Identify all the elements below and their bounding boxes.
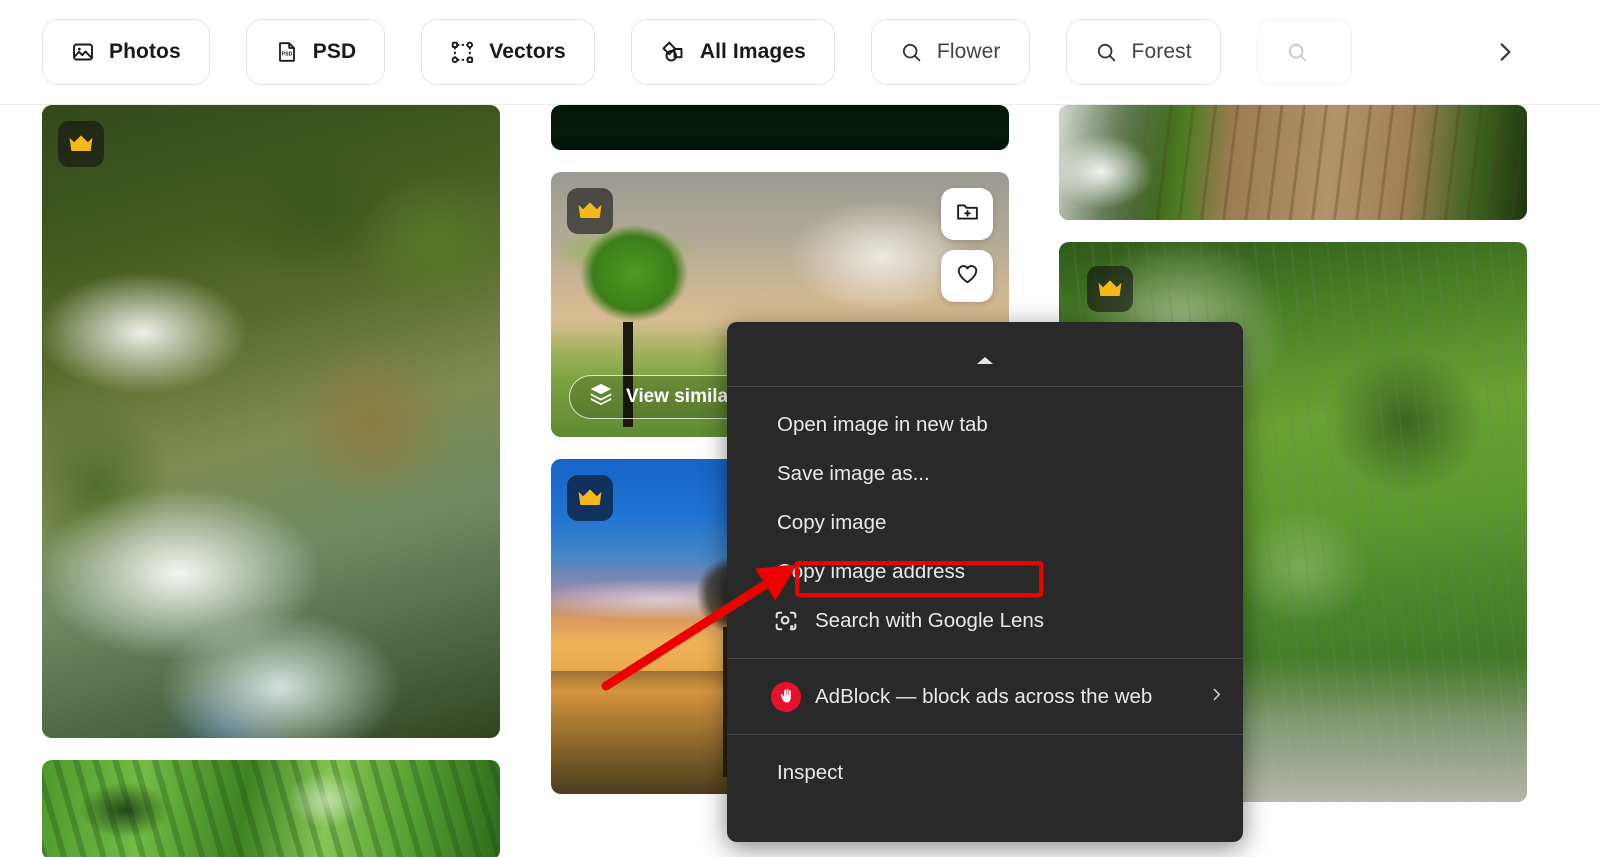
search-icon <box>1286 41 1309 64</box>
crown-icon <box>58 121 104 167</box>
filter-chip-label: All Images <box>699 40 806 63</box>
add-to-collection-button[interactable] <box>941 188 993 240</box>
filter-chip-next-partial[interactable] <box>1256 19 1352 85</box>
filter-chip-label: Photos <box>109 40 181 63</box>
vector-icon <box>450 40 475 65</box>
google-lens-icon <box>771 606 801 636</box>
grid-column-1 <box>42 105 500 857</box>
page-root: Photos PSD PSD Vectors All Images Flower… <box>0 0 1600 857</box>
menu-item-search-with-google-lens[interactable]: Search with Google Lens <box>727 596 1243 645</box>
card-image <box>42 105 500 738</box>
image-card-foliage[interactable] <box>42 760 500 857</box>
menu-group-developer: Inspect <box>727 735 1243 810</box>
image-card-waterfall[interactable] <box>42 105 500 738</box>
filter-chip-flower[interactable]: Flower <box>870 19 1030 85</box>
filter-chip-forest[interactable]: Forest <box>1065 19 1221 85</box>
menu-item-inspect[interactable]: Inspect <box>727 748 1243 797</box>
menu-group-extensions: AdBlock — block ads across the web <box>727 659 1243 734</box>
filter-chip-label: Forest <box>1131 40 1192 63</box>
menu-item-label: Copy image <box>777 510 887 534</box>
layers-shapes-icon <box>660 39 686 65</box>
card-image <box>1059 105 1527 220</box>
like-button[interactable] <box>941 250 993 302</box>
image-icon <box>71 40 95 64</box>
svg-text:PSD: PSD <box>281 51 292 57</box>
menu-item-copy-image[interactable]: Copy image <box>727 498 1243 547</box>
folder-plus-icon <box>955 199 980 229</box>
filter-chip-label: PSD <box>312 40 357 63</box>
heart-icon <box>955 261 980 291</box>
crown-icon <box>1087 266 1133 312</box>
menu-item-label: Open image in new tab <box>777 412 988 436</box>
card-image <box>551 105 1009 150</box>
chevron-right-icon[interactable] <box>1488 35 1522 69</box>
filter-chip-vectors[interactable]: Vectors <box>421 19 595 85</box>
menu-item-copy-image-address[interactable]: Copy image address <box>727 547 1243 596</box>
crown-icon <box>567 475 613 521</box>
image-card-bridge[interactable] <box>1059 105 1527 220</box>
menu-item-adblock[interactable]: AdBlock — block ads across the web <box>727 672 1243 721</box>
search-icon <box>1095 41 1118 64</box>
menu-item-label: Search with Google Lens <box>815 608 1045 632</box>
menu-item-label: Inspect <box>777 760 844 784</box>
menu-item-label: Save image as... <box>777 461 930 485</box>
filter-chip-psd[interactable]: PSD PSD <box>245 19 386 85</box>
view-similar-label: View similar <box>626 386 736 407</box>
search-icon <box>900 41 923 64</box>
filter-bar: Photos PSD PSD Vectors All Images Flower… <box>0 0 1600 105</box>
adblock-icon <box>771 681 801 712</box>
filter-chip-label: Flower <box>936 40 1001 63</box>
filter-chip-all-images[interactable]: All Images <box>630 19 835 85</box>
menu-group-image-actions: Open image in new tab Save image as... C… <box>727 387 1243 658</box>
menu-item-label: AdBlock — block ads across the web <box>815 684 1153 708</box>
filter-chip-label: Vectors <box>489 40 566 63</box>
psd-icon: PSD <box>275 40 299 64</box>
filter-chip-photos[interactable]: Photos <box>42 19 210 85</box>
menu-scroll-up-button[interactable] <box>727 322 1243 386</box>
menu-item-save-image-as[interactable]: Save image as... <box>727 449 1243 498</box>
chevron-right-icon <box>1208 686 1225 707</box>
menu-item-label: Copy image address <box>777 559 966 583</box>
layers-icon <box>588 381 614 413</box>
crown-icon <box>567 188 613 234</box>
browser-context-menu: Open image in new tab Save image as... C… <box>727 322 1243 842</box>
triangle-up-icon <box>977 356 993 364</box>
image-card-dark[interactable] <box>551 105 1009 150</box>
card-image <box>42 760 500 857</box>
menu-item-open-image-in-new-tab[interactable]: Open image in new tab <box>727 400 1243 449</box>
